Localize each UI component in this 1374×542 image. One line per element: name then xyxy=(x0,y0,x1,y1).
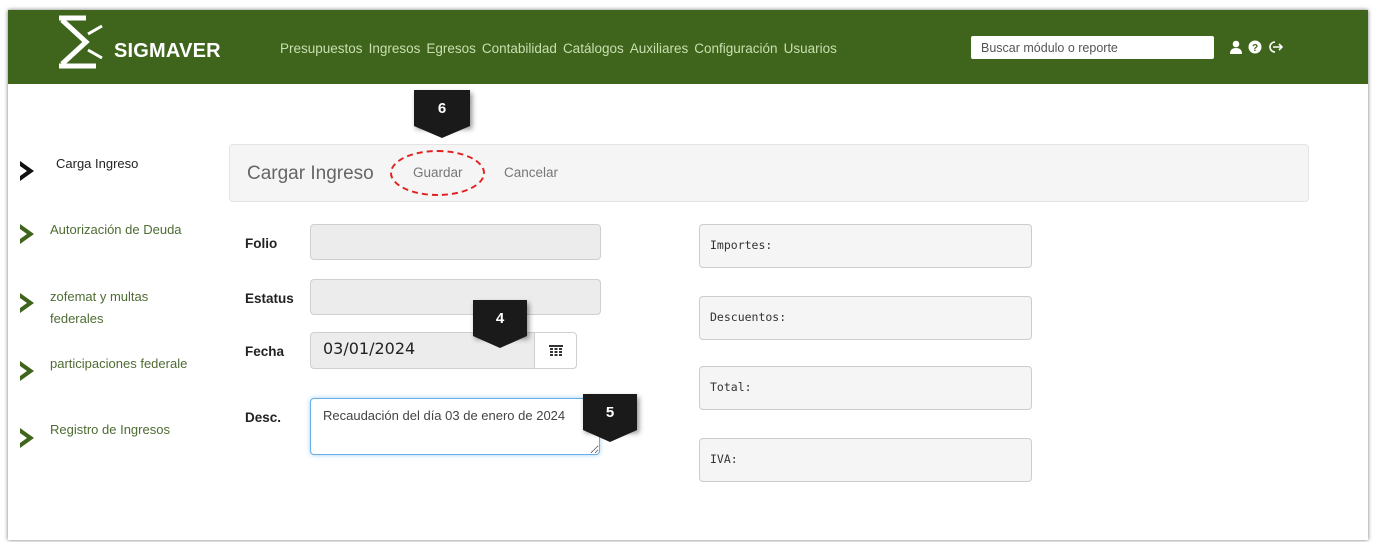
menu-item-egresos[interactable]: Egresos xyxy=(426,41,476,56)
chevron-right-icon xyxy=(20,293,34,313)
sigmaver-logo-icon[interactable] xyxy=(56,14,108,72)
sidebar-item-carga-ingreso[interactable]: Carga Ingreso xyxy=(18,153,138,182)
page-title: Cargar Ingreso xyxy=(247,163,374,184)
sidebar-item-participaciones[interactable]: participaciones federale xyxy=(18,353,187,382)
sidebar-item-label: Carga Ingreso xyxy=(56,156,139,171)
menu-item-usuarios[interactable]: Usuarios xyxy=(784,41,837,56)
chevron-right-icon xyxy=(20,224,34,244)
menu-item-contabilidad[interactable]: Contabilidad xyxy=(482,41,557,56)
menu-item-catalogos[interactable]: Catálogos xyxy=(563,41,624,56)
page-toolbar: Cargar Ingreso Guardar Cancelar xyxy=(229,144,1309,202)
sidebar-item-label: zofemat y multas federales xyxy=(50,289,149,326)
iva-box: IVA: xyxy=(699,438,1032,482)
main-menu: Presupuestos Ingresos Egresos Contabilid… xyxy=(280,41,837,56)
sidebar-item-label: Registro de Ingresos xyxy=(50,422,170,437)
app-window: SIGMAVER Presupuestos Ingresos Egresos C… xyxy=(8,10,1368,540)
chevron-right-icon xyxy=(20,361,34,381)
help-icon[interactable]: ? xyxy=(1248,40,1262,59)
chevron-right-icon xyxy=(20,428,34,448)
folio-label: Folio xyxy=(245,236,278,251)
calendar-icon xyxy=(548,344,563,356)
callout-6: 6 xyxy=(414,90,470,126)
importes-box: Importes: xyxy=(699,224,1032,268)
menu-item-ingresos[interactable]: Ingresos xyxy=(369,41,421,56)
save-button[interactable]: Guardar xyxy=(413,165,463,180)
callout-5: 5 xyxy=(583,394,637,430)
date-label: Fecha xyxy=(245,344,285,359)
total-box: Total: xyxy=(699,366,1032,410)
logout-icon[interactable] xyxy=(1267,40,1284,59)
user-icon[interactable] xyxy=(1229,40,1243,59)
description-textarea[interactable]: Recaudación del día 03 de enero de 2024 xyxy=(310,398,600,455)
sidebar-item-label: participaciones federale xyxy=(50,356,188,371)
chevron-right-icon xyxy=(20,161,34,181)
sidebar-item-autorizacion-deuda[interactable]: Autorización de Deuda xyxy=(18,219,182,245)
desc-label: Desc. xyxy=(245,410,282,425)
sidebar-item-zofemat[interactable]: zofemat y multas federales xyxy=(18,286,190,330)
menu-item-presupuestos[interactable]: Presupuestos xyxy=(280,41,363,56)
sidebar-item-label: Autorización de Deuda xyxy=(50,222,182,237)
svg-text:?: ? xyxy=(1252,43,1258,54)
sidebar-item-registro-ingresos[interactable]: Registro de Ingresos xyxy=(18,419,170,449)
nav-icons: ? xyxy=(1229,40,1284,59)
cancel-button[interactable]: Cancelar xyxy=(504,165,558,180)
status-label: Estatus xyxy=(245,291,294,306)
menu-item-auxiliares[interactable]: Auxiliares xyxy=(630,41,689,56)
status-field[interactable] xyxy=(310,279,601,315)
folio-field[interactable] xyxy=(310,224,601,260)
callout-4: 4 xyxy=(473,300,527,336)
top-navbar: SIGMAVER Presupuestos Ingresos Egresos C… xyxy=(8,10,1368,84)
descuentos-box: Descuentos: xyxy=(699,296,1032,340)
search-input[interactable] xyxy=(971,36,1214,59)
menu-item-configuracion[interactable]: Configuración xyxy=(694,41,777,56)
brand-name[interactable]: SIGMAVER xyxy=(114,40,221,63)
calendar-button[interactable] xyxy=(534,332,577,369)
